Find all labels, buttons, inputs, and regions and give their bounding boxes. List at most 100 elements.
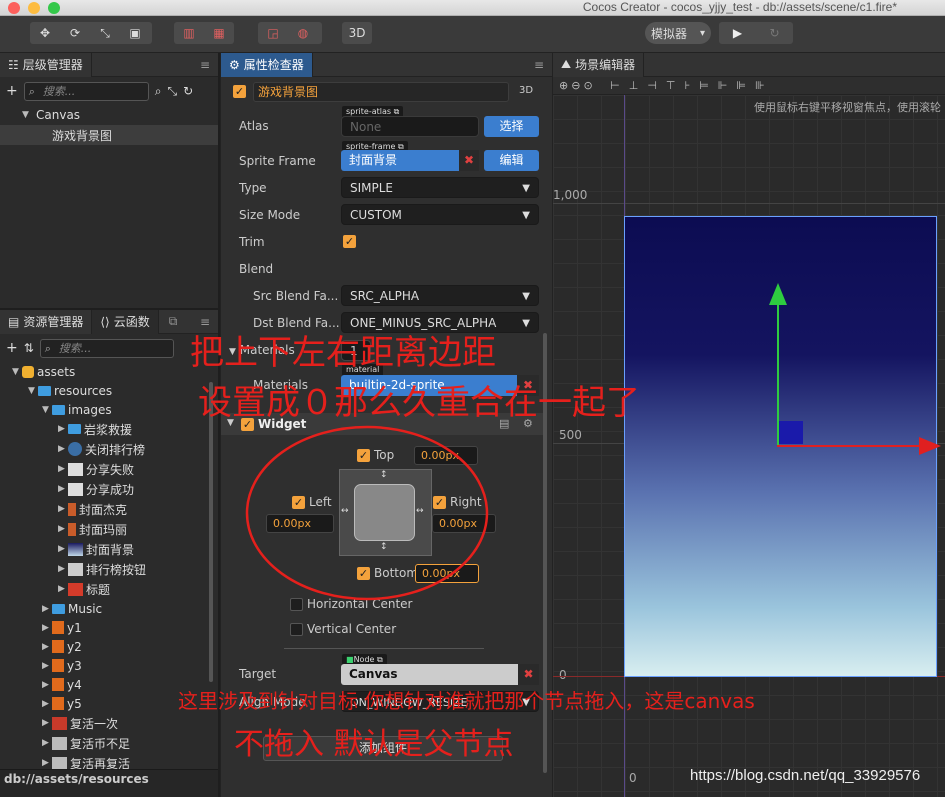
- add-icon[interactable]: +: [6, 340, 18, 356]
- rotate-tool-icon[interactable]: ⟳: [60, 26, 90, 40]
- axis-label-x0: 0: [629, 771, 637, 785]
- gizmo-tools: ◲ ◍: [258, 22, 322, 44]
- trim-checkbox[interactable]: ✓: [343, 235, 356, 248]
- title-bar: Cocos Creator - cocos_yjjy_test - db://a…: [0, 0, 945, 16]
- tree-item-music[interactable]: ▶ Music: [0, 599, 218, 618]
- arrow-right-icon[interactable]: [919, 437, 941, 455]
- tab-cloud[interactable]: ⟨⟩ 云函数: [92, 309, 159, 334]
- clear-icon[interactable]: ✖: [459, 150, 479, 171]
- tree-item-image[interactable]: ▶ 封面玛丽: [0, 519, 218, 539]
- tree-item-images[interactable]: ▼ images: [0, 400, 218, 419]
- tab-inspector[interactable]: ⚙ 属性检查器: [221, 52, 313, 77]
- simulator-select[interactable]: 模拟器 ▾: [645, 22, 711, 44]
- collapse-icon[interactable]: ⤡: [167, 84, 177, 99]
- clear-icon[interactable]: ✖: [518, 664, 539, 685]
- node-active-checkbox[interactable]: ✓: [233, 85, 246, 98]
- tree-item-image[interactable]: ▶ 分享成功: [0, 479, 218, 499]
- target-field[interactable]: Canvas: [341, 664, 518, 685]
- annotation-line3: 这里涉及到针对目标 你想针对谁就把那个节点拖入，这是canvas: [178, 689, 755, 713]
- zoom-in-icon[interactable]: ⊕: [559, 79, 571, 92]
- tree-item-image[interactable]: ▶ 标题: [0, 579, 218, 599]
- vcenter-label: Vertical Center: [307, 622, 397, 636]
- add-icon[interactable]: +: [6, 83, 18, 99]
- annotation-line2: 设置成０那么久重合在一起了: [198, 383, 640, 423]
- tree-item-image[interactable]: ▶ 复活一次: [0, 713, 218, 733]
- assets-scrollbar[interactable]: [209, 382, 213, 682]
- chevron-down-icon: ▾: [699, 27, 705, 39]
- tree-item-resources[interactable]: ▼ resources: [0, 381, 218, 400]
- mode-3d-label[interactable]: 3D: [519, 85, 533, 96]
- tree-item-assets[interactable]: ▼ assets: [0, 362, 218, 381]
- annotation-line4: 不拖入 默认是父节点: [234, 727, 514, 762]
- tree-item-image[interactable]: ▶ 复活币不足: [0, 733, 218, 753]
- menu-icon[interactable]: ≡: [534, 58, 544, 72]
- tree-item-image[interactable]: ▶ 封面背景: [0, 539, 218, 559]
- zoom-reset-icon[interactable]: ⊙: [583, 79, 595, 92]
- tab-hierarchy[interactable]: ☷ 层级管理器: [0, 52, 92, 77]
- type-select[interactable]: SIMPLE: [341, 177, 539, 199]
- type-label: Type: [239, 181, 267, 195]
- tree-item-image[interactable]: ▶ y2: [0, 637, 218, 656]
- arrow-up-icon[interactable]: [769, 283, 787, 305]
- local-icon[interactable]: ▦: [204, 26, 234, 40]
- pivot-icon[interactable]: ▥: [174, 26, 204, 40]
- tree-item-image[interactable]: ▶ 封面杰克: [0, 499, 218, 519]
- tab-assets[interactable]: ▤ 资源管理器: [0, 309, 93, 334]
- zoom-out-icon[interactable]: ⊖: [571, 79, 583, 92]
- tab-scene[interactable]: ⛰ 场景编辑器: [553, 52, 645, 77]
- gizmo-x-axis[interactable]: [777, 445, 922, 447]
- tree-node-background[interactable]: 游戏背景图: [0, 125, 218, 145]
- sort-icon[interactable]: ⇅: [24, 341, 34, 355]
- tree-item-image[interactable]: ▶ 排行榜按钮: [0, 559, 218, 579]
- sprite-frame-edit-button[interactable]: 编辑: [484, 150, 539, 171]
- menu-icon[interactable]: ≡: [200, 315, 210, 329]
- tree-node-canvas[interactable]: ▼ Canvas: [0, 105, 218, 125]
- node-name-input[interactable]: 游戏背景图: [253, 82, 509, 102]
- refresh-icon[interactable]: ↻: [183, 84, 193, 98]
- assets-panel: ▤资源管理器 ⟨⟩云函数 ⧉ ≡ + ⇅ 搜索... ▼assets ▼reso…: [0, 309, 218, 797]
- sprite-frame-label: Sprite Frame: [239, 154, 316, 168]
- menu-icon[interactable]: ≡: [200, 58, 210, 72]
- align-icons[interactable]: ⊢⊥⊣⊤⊦⊨⊩⊫⊪: [610, 79, 773, 92]
- hierarchy-search-input[interactable]: 搜索...: [23, 81, 149, 101]
- toggle-3d-button[interactable]: 3D: [342, 22, 372, 44]
- axis-label-0: 0: [559, 668, 567, 682]
- size-mode-select[interactable]: CUSTOM: [341, 204, 539, 226]
- assets-icon: ▤: [8, 314, 20, 329]
- tree-item-image[interactable]: ▶ y3: [0, 656, 218, 675]
- play-controls: ▶ ↻: [719, 22, 793, 44]
- move-tool-icon[interactable]: ✥: [30, 26, 60, 40]
- tree-item-image[interactable]: ▶ 关闭排行榜: [0, 439, 218, 459]
- vcenter-checkbox[interactable]: [290, 623, 303, 636]
- scene-header: ⛰ 场景编辑器: [553, 52, 945, 77]
- tree-item-folder[interactable]: ▶ 岩浆救援: [0, 419, 218, 439]
- tree-item-image[interactable]: ▶ y1: [0, 618, 218, 637]
- search-icon[interactable]: ⌕: [155, 84, 162, 99]
- scale-tool-icon[interactable]: ⤡: [90, 26, 120, 41]
- target-label: Target: [239, 667, 277, 681]
- inspector-header: ⚙ 属性检查器 ≡: [221, 52, 552, 77]
- rect-tool-icon[interactable]: ▣: [120, 26, 150, 40]
- popout-icon[interactable]: ⧉: [169, 314, 178, 329]
- refresh-icon[interactable]: ↻: [760, 26, 790, 40]
- main-toolbar: ✥ ⟳ ⤡ ▣ ▥ ▦ ◲ ◍ 3D 模拟器 ▾ ▶ ↻: [0, 16, 945, 53]
- gizmo-local-icon[interactable]: ◲: [258, 26, 288, 40]
- dst-blend-select[interactable]: ONE_MINUS_SRC_ALPHA: [341, 312, 539, 334]
- assets-search-input[interactable]: 搜索...: [39, 338, 174, 358]
- annotation-line1: 把上下左右距离边距: [190, 333, 496, 373]
- tree-item-image[interactable]: ▶ 分享失败: [0, 459, 218, 479]
- cloud-icon: ⟨⟩: [100, 314, 110, 329]
- watermark: https://blog.csdn.net/qq_33929576: [690, 767, 921, 784]
- sprite-frame-field[interactable]: 封面背景: [341, 150, 459, 171]
- annotation-circle: [245, 425, 489, 601]
- hierarchy-tree: ▼ Canvas 游戏背景图: [0, 105, 218, 145]
- src-blend-select[interactable]: SRC_ALPHA: [341, 285, 539, 307]
- hierarchy-panel: ☷层级管理器 ≡ + 搜索... ⌕ ⤡ ↻ ▼Canvas 游戏背景图: [0, 52, 218, 308]
- gizmo-global-icon[interactable]: ◍: [288, 26, 318, 40]
- atlas-field[interactable]: None: [341, 116, 479, 137]
- scene-toolbar: ⊕⊖⊙ ⊢⊥⊣⊤⊦⊨⊩⊫⊪: [553, 77, 945, 95]
- gizmo-center-square[interactable]: [779, 421, 803, 444]
- grid-line-1000: [553, 203, 945, 204]
- atlas-select-button[interactable]: 选择: [484, 116, 539, 137]
- play-icon[interactable]: ▶: [723, 26, 753, 40]
